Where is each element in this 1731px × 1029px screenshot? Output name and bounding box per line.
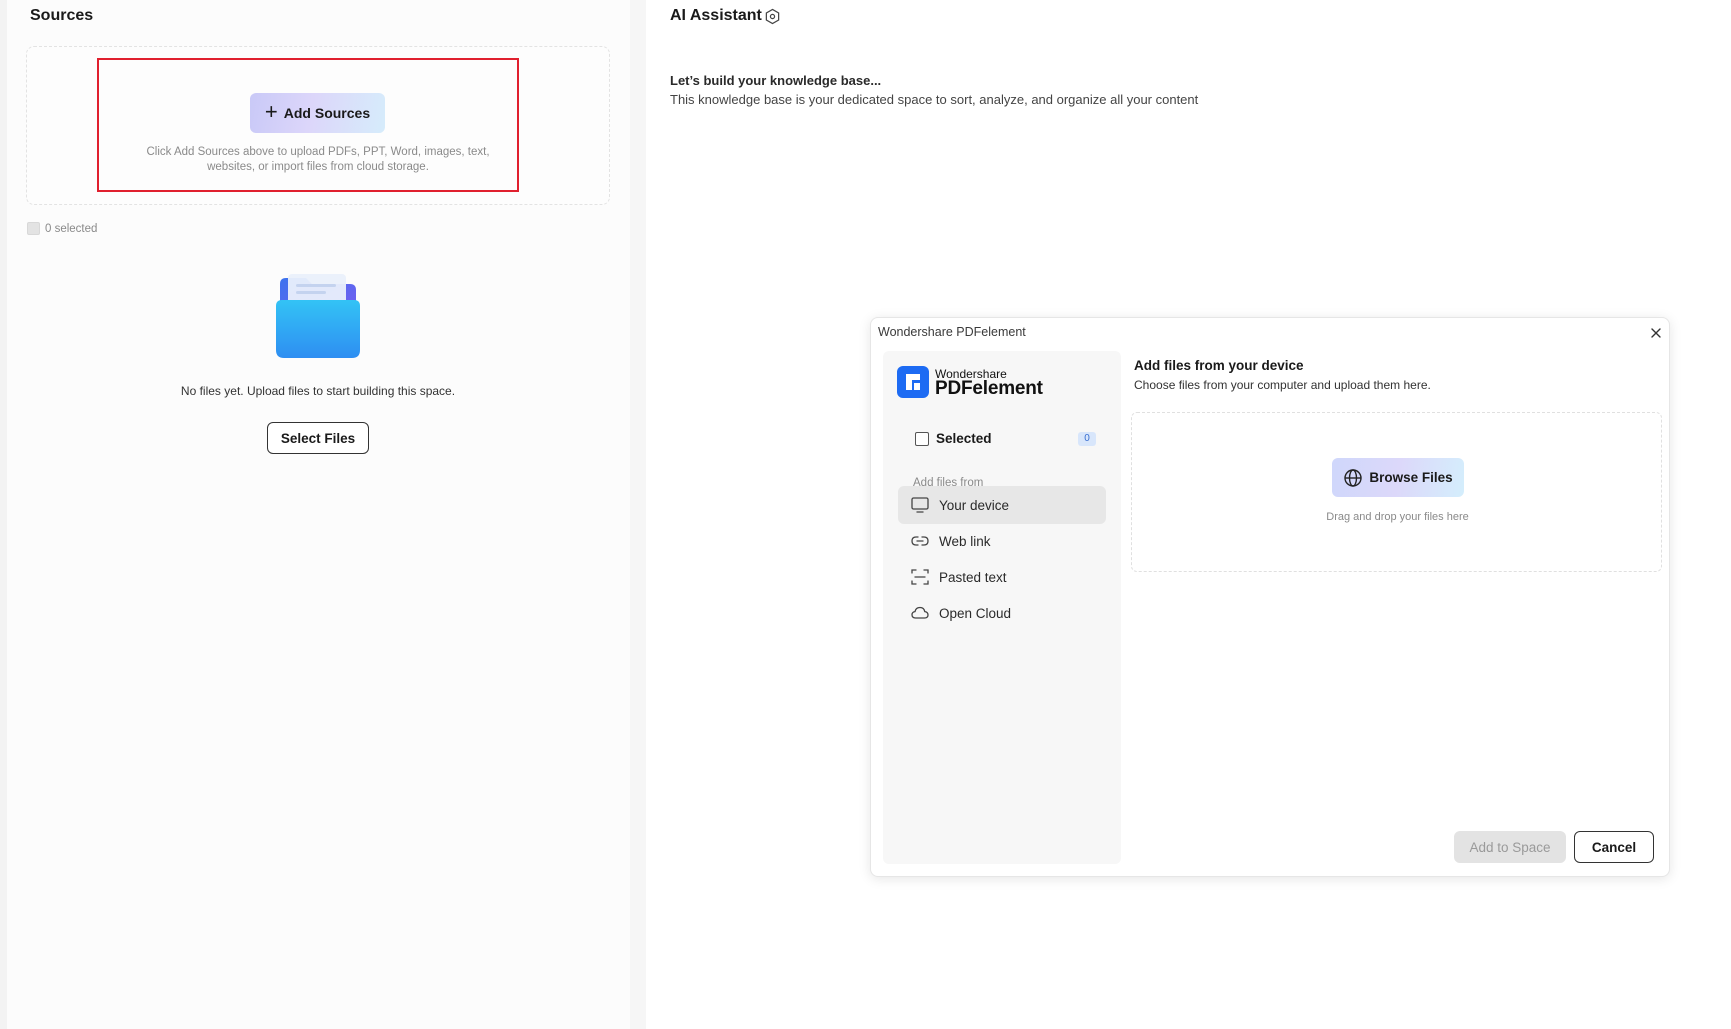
sources-title: Sources bbox=[30, 7, 94, 24]
selected-count-badge: 0 bbox=[1078, 432, 1096, 446]
browse-files-label: Browse Files bbox=[1369, 470, 1453, 485]
sidebar-item-label: Your device bbox=[939, 497, 1010, 513]
browse-files-button[interactable]: Browse Files bbox=[1332, 458, 1464, 497]
cancel-button[interactable]: Cancel bbox=[1574, 831, 1654, 863]
close-icon[interactable] bbox=[1649, 326, 1663, 340]
select-all-checkbox[interactable] bbox=[27, 222, 40, 235]
sidebar-item-label: Pasted text bbox=[939, 569, 1007, 585]
cloud-icon bbox=[911, 606, 929, 619]
add-sources-label: Add Sources bbox=[283, 105, 371, 121]
selected-label: Selected bbox=[936, 431, 992, 446]
drop-hint: Drag and drop your files here bbox=[1326, 511, 1469, 523]
panel-divider[interactable] bbox=[630, 0, 646, 1029]
kb-heading: Let’s build your knowledge base... bbox=[670, 73, 882, 88]
text-scan-icon bbox=[911, 569, 929, 585]
link-icon bbox=[911, 536, 929, 546]
sidebar-item-your-device[interactable]: Your device bbox=[898, 486, 1106, 524]
folder-icon bbox=[276, 274, 360, 358]
add-to-space-button[interactable]: Add to Space bbox=[1454, 831, 1566, 863]
add-sources-button[interactable]: + Add Sources bbox=[250, 93, 385, 133]
sidebar-item-pasted-text[interactable]: Pasted text bbox=[898, 558, 1106, 596]
dialog-window-title: Wondershare PDFelement bbox=[878, 325, 1026, 339]
add-files-dialog: Wondershare PDFelement Wondershare PDFel… bbox=[870, 317, 1670, 877]
sidebar-item-label: Open Cloud bbox=[939, 605, 1012, 621]
empty-state-message: No files yet. Upload files to start buil… bbox=[180, 384, 456, 398]
plus-icon: + bbox=[264, 99, 278, 124]
dialog-heading: Add files from your device bbox=[1134, 358, 1304, 373]
brand-name: PDFelement bbox=[935, 378, 1043, 399]
dialog-subheading: Choose files from your computer and uplo… bbox=[1134, 378, 1431, 392]
pdfelement-logo-icon bbox=[897, 366, 929, 398]
assistant-title: AI Assistant bbox=[670, 7, 762, 24]
drop-zone[interactable]: Browse Files Drag and drop your files he… bbox=[1131, 412, 1662, 572]
sidebar-item-open-cloud[interactable]: Open Cloud bbox=[898, 594, 1106, 632]
sidebar-item-label: Web link bbox=[939, 533, 991, 549]
window-left-edge bbox=[0, 0, 7, 1029]
select-files-button[interactable]: Select Files bbox=[267, 422, 369, 454]
sidebar-item-web-link[interactable]: Web link bbox=[898, 522, 1106, 560]
monitor-icon bbox=[911, 497, 929, 513]
hexagon-settings-icon[interactable] bbox=[764, 8, 781, 25]
dialog-sidebar: Wondershare PDFelement Selected 0 Add fi… bbox=[883, 351, 1121, 864]
selected-count: 0 selected bbox=[45, 223, 98, 235]
kb-description: This knowledge base is your dedicated sp… bbox=[670, 92, 1199, 107]
globe-icon bbox=[1344, 468, 1363, 487]
upload-hint: Click Add Sources above to upload PDFs, … bbox=[146, 146, 490, 173]
selected-checkbox[interactable] bbox=[915, 432, 929, 446]
